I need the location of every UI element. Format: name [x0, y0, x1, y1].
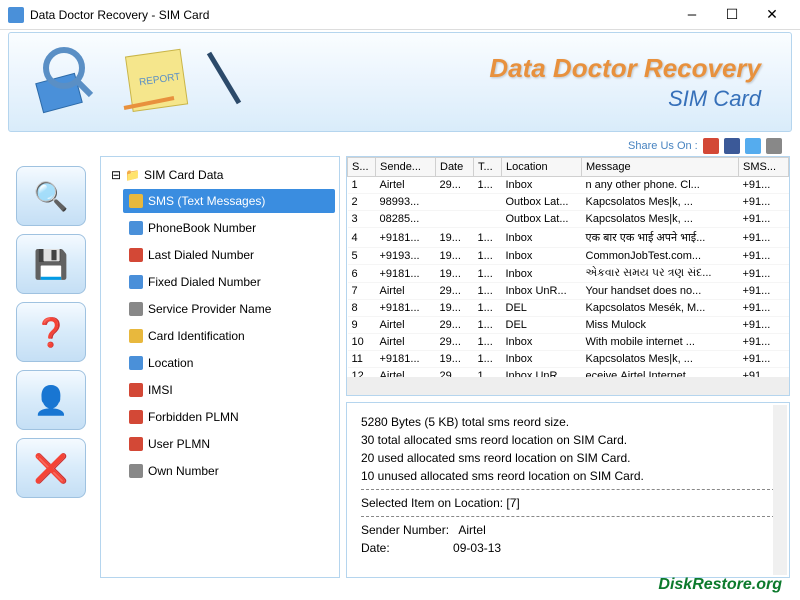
- detail-total: 30 total allocated sms reord location on…: [361, 431, 775, 449]
- tree-item-icon: [129, 437, 143, 451]
- tree-item[interactable]: Location: [123, 351, 335, 375]
- search-button[interactable]: 🔍: [16, 166, 86, 226]
- table-row[interactable]: 11+9181...19...1...InboxKapcsolatos Mes|…: [348, 351, 789, 368]
- detail-scrollbar[interactable]: [773, 405, 787, 575]
- column-header[interactable]: SMS...: [739, 158, 789, 177]
- column-header[interactable]: S...: [348, 158, 376, 177]
- tree-item-icon: [129, 464, 143, 478]
- tree-item[interactable]: Card Identification: [123, 324, 335, 348]
- column-header[interactable]: Sende...: [376, 158, 436, 177]
- table-row[interactable]: 308285...Outbox Lat...Kapcsolatos Mes|k,…: [348, 211, 789, 228]
- table-row[interactable]: 8+9181...19...1...DELKapcsolatos Mesék, …: [348, 300, 789, 317]
- table-row[interactable]: 1Airtel29...1...Inboxn any other phone. …: [348, 177, 789, 194]
- tree-item-icon: [129, 302, 143, 316]
- tree-item-label: PhoneBook Number: [148, 221, 256, 235]
- grid-scrollbar[interactable]: [347, 377, 789, 395]
- brand-subtitle: SIM Card: [269, 86, 761, 112]
- tree-item-label: Forbidden PLMN: [148, 410, 239, 424]
- detail-unused: 10 unused allocated sms reord location o…: [361, 467, 775, 485]
- detail-size: 5280 Bytes (5 KB) total sms reord size.: [361, 413, 775, 431]
- facebook-icon[interactable]: [724, 138, 740, 154]
- column-header[interactable]: Message: [582, 158, 739, 177]
- window-title: Data Doctor Recovery - SIM Card: [30, 8, 672, 22]
- sidebar: 🔍 💾 ❓ 👤 ❌: [10, 156, 100, 578]
- detail-divider2: [361, 516, 775, 517]
- tree-item-icon: [129, 329, 143, 343]
- twitter-icon[interactable]: [745, 138, 761, 154]
- table-row[interactable]: 9Airtel29...1...DEL Miss Mulock+91...: [348, 317, 789, 334]
- tree-item[interactable]: PhoneBook Number: [123, 216, 335, 240]
- tree-item-label: SMS (Text Messages): [148, 194, 265, 208]
- tree-item-icon: [129, 221, 143, 235]
- tree-item[interactable]: Own Number: [123, 459, 335, 483]
- column-header[interactable]: T...: [474, 158, 502, 177]
- detail-selected: Selected Item on Location: [7]: [361, 494, 775, 512]
- tree-item-label: Last Dialed Number: [148, 248, 254, 262]
- app-icon: [8, 7, 24, 23]
- sim-folder-icon: 📁: [125, 168, 140, 182]
- tree-item-icon: [129, 383, 143, 397]
- tree-item-label: User PLMN: [148, 437, 210, 451]
- tree-item-icon: [129, 356, 143, 370]
- tree-item-label: Service Provider Name: [148, 302, 271, 316]
- table-row[interactable]: 298993...Outbox Lat...Kapcsolatos Mes|k,…: [348, 194, 789, 211]
- tree-item-label: Card Identification: [148, 329, 245, 343]
- detail-used: 20 used allocated sms reord location on …: [361, 449, 775, 467]
- magnifier-notepad-pen-icon: REPORT: [9, 33, 269, 133]
- share-label: Share Us On :: [628, 140, 698, 152]
- column-header[interactable]: Location: [502, 158, 582, 177]
- tree-item[interactable]: Fixed Dialed Number: [123, 270, 335, 294]
- banner: REPORT Data Doctor Recovery SIM Card: [8, 32, 792, 132]
- detail-panel: 5280 Bytes (5 KB) total sms reord size. …: [346, 402, 790, 578]
- table-row[interactable]: 5+9193...19...1...InboxCommonJobTest.com…: [348, 248, 789, 265]
- column-header[interactable]: Date: [436, 158, 474, 177]
- tree-item[interactable]: Forbidden PLMN: [123, 405, 335, 429]
- gplus-icon[interactable]: [703, 138, 719, 154]
- tree-item[interactable]: SMS (Text Messages): [123, 189, 335, 213]
- message-grid[interactable]: S...Sende...DateT...LocationMessageSMS..…: [346, 156, 790, 396]
- detail-divider: [361, 489, 775, 490]
- tree-item-label: IMSI: [148, 383, 173, 397]
- tree-item-icon: [129, 410, 143, 424]
- detail-date: Date: 09-03-13: [361, 539, 775, 557]
- banner-artwork: REPORT: [9, 33, 269, 131]
- tree-root-label: SIM Card Data: [144, 168, 223, 182]
- help-button[interactable]: ❓: [16, 302, 86, 362]
- minimize-button[interactable]: —: [672, 1, 712, 29]
- footer-link[interactable]: DiskRestore.org: [658, 576, 782, 594]
- tree-collapse-icon[interactable]: ⊟: [111, 168, 121, 182]
- share-row: Share Us On :: [0, 134, 800, 156]
- table-row[interactable]: 4+9181...19...1...Inboxएक बार एक भाई अपन…: [348, 228, 789, 248]
- tree-item-icon: [129, 194, 143, 208]
- tree-item[interactable]: User PLMN: [123, 432, 335, 456]
- titlebar: Data Doctor Recovery - SIM Card — ☐ ✕: [0, 0, 800, 30]
- main-area: 🔍 💾 ❓ 👤 ❌ ⊟ 📁 SIM Card Data SMS (Text Messag…: [0, 156, 800, 588]
- recover-button[interactable]: 💾: [16, 234, 86, 294]
- user-button[interactable]: 👤: [16, 370, 86, 430]
- tree-item-icon: [129, 275, 143, 289]
- tree-item-label: Location: [148, 356, 193, 370]
- table-row[interactable]: 7Airtel29...1...Inbox UnR...Your handset…: [348, 283, 789, 300]
- tree-root[interactable]: ⊟ 📁 SIM Card Data: [105, 165, 335, 185]
- tree-item[interactable]: Service Provider Name: [123, 297, 335, 321]
- tree-item-icon: [129, 248, 143, 262]
- close-button[interactable]: ❌: [16, 438, 86, 498]
- close-window-button[interactable]: ✕: [752, 1, 792, 29]
- tree-panel: ⊟ 📁 SIM Card Data SMS (Text Messages) Pho…: [100, 156, 340, 578]
- table-row[interactable]: 6+9181...19...1...Inboxએકવાર સમય પર ત્રણ…: [348, 265, 789, 283]
- brand-title: Data Doctor Recovery: [269, 53, 761, 84]
- tree-item-label: Own Number: [148, 464, 219, 478]
- tree-item-label: Fixed Dialed Number: [148, 275, 261, 289]
- tree-item[interactable]: Last Dialed Number: [123, 243, 335, 267]
- detail-sender: Sender Number: Airtel: [361, 521, 775, 539]
- email-icon[interactable]: [766, 138, 782, 154]
- table-row[interactable]: 10Airtel29...1...InboxWith mobile intern…: [348, 334, 789, 351]
- maximize-button[interactable]: ☐: [712, 1, 752, 29]
- tree-item[interactable]: IMSI: [123, 378, 335, 402]
